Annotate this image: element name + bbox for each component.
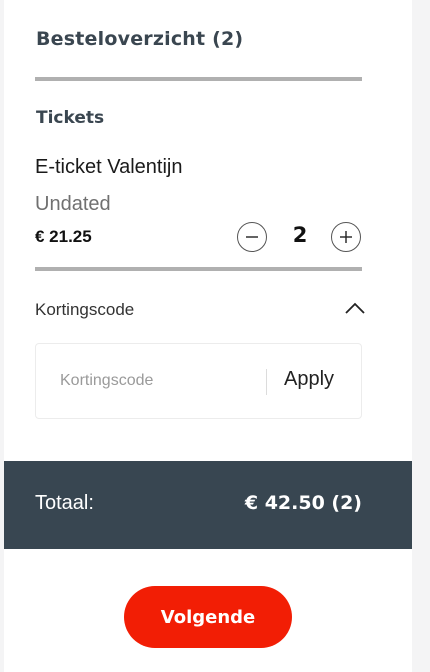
discount-toggle-button[interactable]: [344, 300, 366, 316]
total-label: Totaal:: [35, 492, 94, 514]
title-divider: [35, 77, 362, 81]
next-button[interactable]: Volgende: [124, 586, 292, 648]
discount-code-label: Kortingscode: [35, 300, 135, 319]
ticket-name: E-ticket Valentijn: [35, 156, 183, 178]
discount-code-input[interactable]: [60, 368, 260, 394]
order-summary-panel: Besteloverzicht (2) Tickets E-ticket Val…: [4, 0, 412, 672]
apply-discount-button[interactable]: Apply: [284, 368, 334, 391]
tickets-heading: Tickets: [36, 108, 105, 128]
ticket-date: Undated: [35, 193, 111, 215]
quantity-value: 2: [292, 223, 308, 247]
chevron-up-icon: [345, 302, 365, 314]
discount-code-form: Apply: [35, 343, 362, 419]
plus-icon: [340, 231, 352, 243]
ticket-price: € 21.25: [35, 227, 92, 246]
total-value: € 42.50 (2): [244, 492, 362, 514]
increase-quantity-button[interactable]: [331, 222, 361, 252]
ticket-divider: [35, 267, 362, 271]
minus-icon: [246, 236, 258, 238]
order-summary-title: Besteloverzicht (2): [36, 28, 244, 50]
input-separator: [266, 369, 267, 395]
total-bar: Totaal: € 42.50 (2): [4, 461, 412, 549]
decrease-quantity-button[interactable]: [237, 222, 267, 252]
